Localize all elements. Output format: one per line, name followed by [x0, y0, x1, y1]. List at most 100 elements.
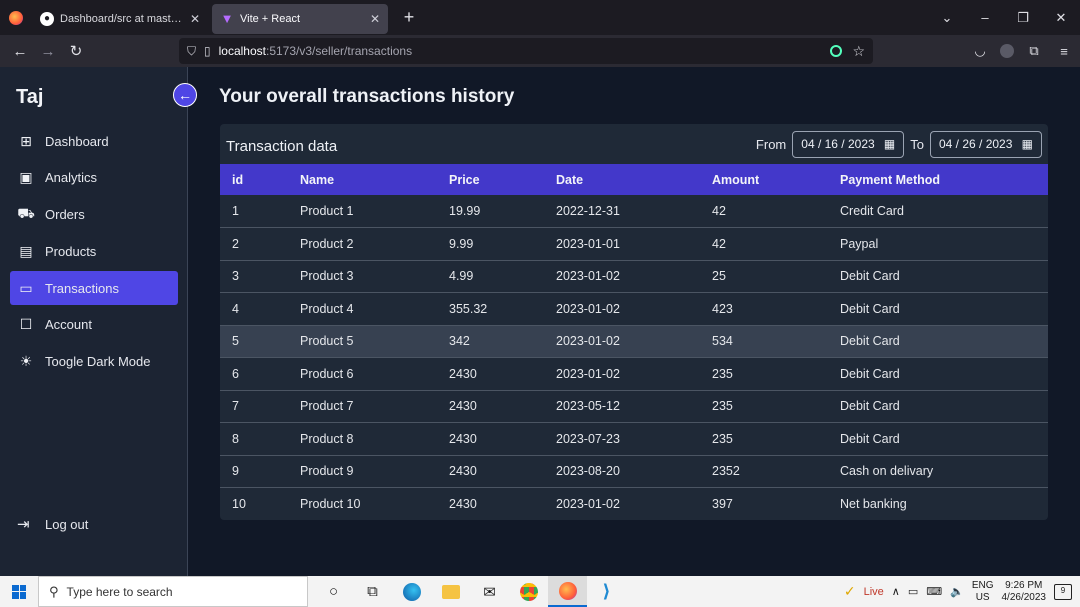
cell-amount: 235 — [712, 366, 733, 381]
cell-id: 1 — [232, 204, 239, 218]
sidebar-item-analytics[interactable]: ▣ Analytics — [10, 161, 178, 195]
cell-name: Product 6 — [300, 366, 354, 381]
column-header-id[interactable]: id — [220, 164, 300, 195]
battery-icon[interactable]: ▭ — [908, 585, 918, 598]
forward-icon[interactable]: → — [34, 37, 62, 65]
firefox-taskbar-icon[interactable] — [548, 576, 587, 607]
edge-icon[interactable] — [392, 576, 431, 607]
cell-name: Product 7 — [300, 399, 354, 414]
logout-icon: ⇥ — [17, 516, 30, 533]
cell-price: 9.99 — [449, 236, 474, 251]
tab-github[interactable]: ● Dashboard/src at master · Hayat ✕ — [32, 4, 208, 34]
column-header-name[interactable]: Name — [300, 164, 449, 195]
mail-icon[interactable]: ✉ — [470, 576, 509, 607]
restore-button[interactable]: ❐ — [1004, 10, 1042, 26]
extensions-icon[interactable]: ⧉ — [1024, 43, 1044, 59]
account-icon: ☐ — [19, 316, 33, 333]
reload-icon[interactable]: ↻ — [62, 37, 90, 65]
cell-payment-method: Paypal — [840, 236, 879, 251]
windows-icon — [12, 584, 26, 599]
from-label: From — [755, 136, 787, 152]
table-row[interactable]: 2 Product 2 9.99 2023-01-01 42 Paypal — [220, 228, 1048, 260]
notification-icon[interactable]: 9 — [1054, 583, 1072, 600]
table-row[interactable]: 7 Product 7 2430 2023-05-12 235 Debit Ca… — [220, 390, 1048, 423]
tray-chevron-icon[interactable]: ∧ — [892, 585, 900, 598]
notification-count: 9 — [1060, 585, 1066, 595]
to-date-input[interactable]: 04 / 26 / 2023 ▦ — [930, 130, 1042, 158]
url-bar[interactable]: ⛉ ▯ localhost:5173/v3/seller/transaction… — [179, 38, 873, 64]
weather-icon[interactable]: ✓ — [844, 583, 856, 600]
taskbar-search[interactable]: ⚲ Type here to search — [38, 576, 308, 607]
brand-logo: Taj — [16, 86, 44, 108]
table-row[interactable]: 3 Product 3 4.99 2023-01-02 25 Debit Car… — [220, 260, 1048, 293]
sidebar-item-products[interactable]: ▤ Products — [10, 234, 178, 268]
cell-date: 2023-01-02 — [556, 334, 620, 349]
close-icon[interactable]: ✕ — [190, 12, 200, 26]
tab-vite-react[interactable]: ▼ Vite + React ✕ — [212, 3, 388, 34]
cortana-icon[interactable]: ○ — [314, 576, 353, 607]
logout-button[interactable]: ⇥ Log out — [17, 515, 88, 533]
table-row[interactable]: 10 Product 10 2430 2023-01-02 397 Net ba… — [220, 488, 1048, 520]
sidebar-item-account[interactable]: ☐ Account — [10, 308, 178, 342]
close-icon[interactable]: ✕ — [370, 12, 380, 26]
clock[interactable]: 9:26 PM 4/26/2023 — [1002, 580, 1047, 604]
cell-date: 2023-01-02 — [556, 269, 620, 284]
minimize-button[interactable]: – — [966, 10, 1004, 25]
cell-payment-method: Cash on delivary — [840, 464, 934, 479]
cell-id: 9 — [232, 464, 239, 479]
cell-name: Product 2 — [300, 236, 354, 251]
column-header-price[interactable]: Price — [449, 164, 556, 195]
sidebar-item-dark-mode[interactable]: ☀ Toogle Dark Mode — [10, 345, 178, 379]
shield-icon[interactable]: ⛉ — [187, 44, 196, 59]
table-row[interactable]: 8 Product 8 2430 2023-07-23 235 Debit Ca… — [220, 423, 1048, 455]
column-header-date[interactable]: Date — [556, 164, 712, 195]
card-title: Transaction data — [226, 137, 338, 155]
calendar-icon[interactable]: ▦ — [884, 137, 895, 151]
list-tabs-icon[interactable]: ⌄ — [928, 10, 966, 26]
menu-icon[interactable]: ≡ — [1054, 44, 1074, 59]
cell-payment-method: Debit Card — [840, 366, 900, 381]
browser-tabbar: ● Dashboard/src at master · Hayat ✕ ▼ Vi… — [0, 0, 1080, 35]
start-button[interactable] — [0, 584, 38, 599]
calendar-icon[interactable]: ▦ — [1022, 137, 1033, 151]
extension-icon[interactable] — [830, 45, 843, 57]
transactions-card: Transaction data From 04 / 16 / 2023 ▦ T… — [220, 124, 1048, 520]
pocket-icon[interactable]: ◡ — [970, 43, 990, 59]
table-row[interactable]: 4 Product 4 355.32 2023-01-02 423 Debit … — [220, 293, 1048, 325]
account-avatar[interactable] — [1000, 44, 1014, 58]
new-tab-button[interactable]: + — [398, 7, 420, 28]
sidebar-item-orders[interactable]: ⛟ Orders — [10, 198, 178, 232]
close-window-button[interactable]: ✕ — [1042, 10, 1080, 26]
file-explorer-icon[interactable] — [431, 576, 470, 607]
column-header-payment-method[interactable]: Payment Method — [840, 164, 1048, 195]
table-row[interactable]: 6 Product 6 2430 2023-01-02 235 Debit Ca… — [220, 358, 1048, 390]
analytics-icon: ▣ — [19, 169, 33, 186]
table-row-hovered[interactable]: 5 Product 5 342 2023-01-02 534 Debit Car… — [220, 325, 1048, 358]
cell-price: 2430 — [449, 399, 477, 414]
page-icon[interactable]: ▯ — [204, 44, 211, 58]
vscode-icon[interactable]: ⟩ — [587, 576, 626, 607]
task-view-icon[interactable]: ⧉ — [353, 576, 392, 607]
from-date-input[interactable]: 04 / 16 / 2023 ▦ — [792, 130, 905, 158]
cell-amount: 2352 — [712, 464, 740, 479]
bookmark-star-icon[interactable]: ☆ — [852, 43, 865, 60]
language-indicator[interactable]: ENG US — [972, 580, 994, 604]
weather-label[interactable]: Live — [864, 586, 884, 598]
sidebar-item-dashboard[interactable]: ⊞ Dashboard — [10, 124, 178, 158]
network-icon[interactable]: ⌨ — [926, 585, 942, 598]
volume-icon[interactable]: 🔈 — [950, 585, 964, 598]
table-row[interactable]: 9 Product 9 2430 2023-08-20 2352 Cash on… — [220, 455, 1048, 488]
cell-name: Product 9 — [300, 464, 354, 479]
cell-date: 2023-07-23 — [556, 431, 620, 446]
sidebar-item-label: Account — [45, 317, 92, 333]
back-icon[interactable]: ← — [6, 37, 34, 65]
sidebar-item-transactions[interactable]: ▭ Transactions — [10, 271, 178, 306]
firefox-icon[interactable] — [0, 0, 32, 35]
cell-amount: 423 — [712, 301, 733, 316]
sun-icon: ☀ — [19, 353, 33, 370]
table-row[interactable]: 1 Product 1 19.99 2022-12-31 42 Credit C… — [220, 195, 1048, 228]
collapse-sidebar-button[interactable]: ← — [173, 83, 197, 107]
chrome-icon[interactable] — [509, 576, 548, 607]
cell-date: 2022-12-31 — [556, 204, 620, 218]
column-header-amount[interactable]: Amount — [712, 164, 840, 195]
